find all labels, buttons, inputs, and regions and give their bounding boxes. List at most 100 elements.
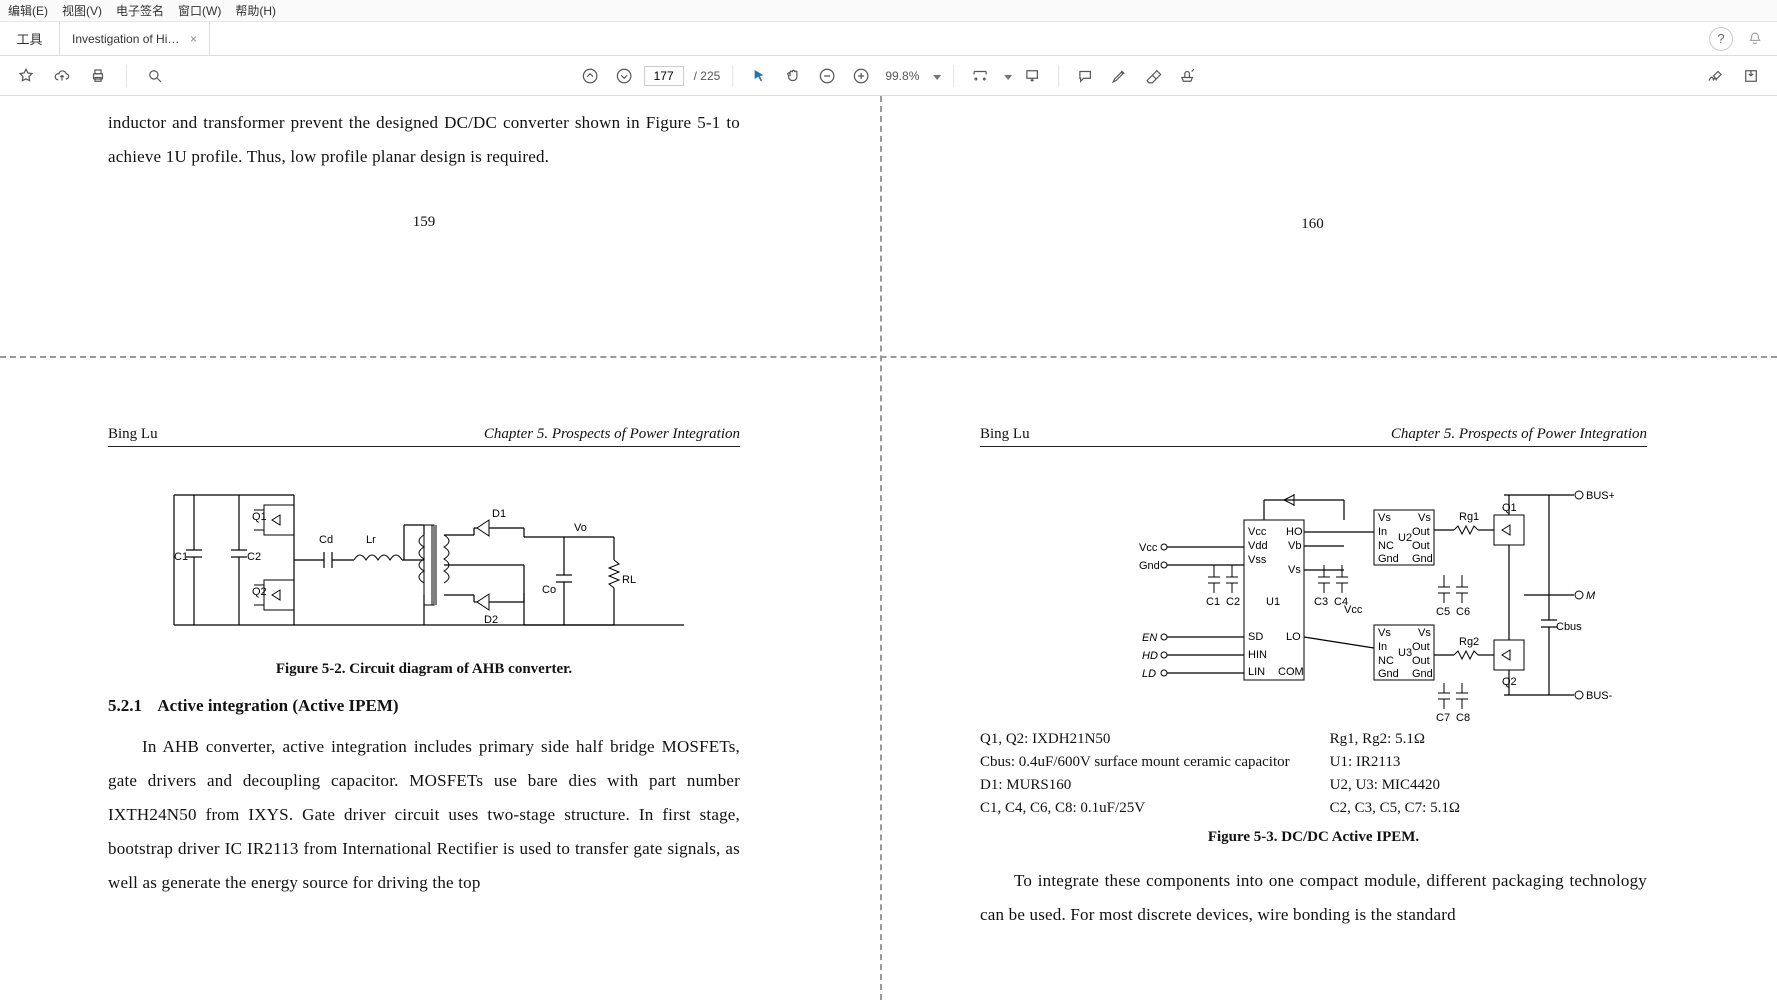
svg-text:COM: COM xyxy=(1278,666,1304,678)
svg-text:Q1: Q1 xyxy=(252,511,267,523)
svg-text:Vcc: Vcc xyxy=(1139,542,1158,554)
svg-text:Gnd: Gnd xyxy=(1378,553,1399,565)
figure-5-2-schematic: C1 C2 Q1 Q2 xyxy=(144,465,704,655)
hand-tool-icon[interactable] xyxy=(779,62,807,90)
svg-text:M: M xyxy=(1586,590,1596,602)
menu-view[interactable]: 视图(V) xyxy=(62,2,102,19)
star-icon[interactable] xyxy=(12,62,40,90)
zoom-out-icon[interactable] xyxy=(813,62,841,90)
svg-text:C3: C3 xyxy=(1314,596,1328,608)
menu-bar: 编辑(E) 视图(V) 电子签名 窗口(W) 帮助(H) xyxy=(0,0,1777,22)
svg-text:Vo: Vo xyxy=(574,522,587,534)
part-spec: Rg1, Rg2: 5.1Ω xyxy=(1330,731,1460,748)
svg-text:Out: Out xyxy=(1412,655,1430,667)
tab-document[interactable]: Investigation of Hig... × xyxy=(60,22,210,55)
svg-text:C2: C2 xyxy=(1226,596,1240,608)
svg-text:Out: Out xyxy=(1412,641,1430,653)
parts-list: Q1, Q2: IXDH21N50 Cbus: 0.4uF/600V surfa… xyxy=(980,731,1647,817)
page-number: 159 xyxy=(108,214,740,231)
tab-tools[interactable]: 工具 xyxy=(0,22,60,55)
svg-text:Out: Out xyxy=(1412,540,1430,552)
svg-text:Vcc: Vcc xyxy=(1344,604,1363,616)
body-paragraph: In AHB converter, active integration inc… xyxy=(108,730,740,900)
part-spec: U2, U3: MIC4420 xyxy=(1330,777,1460,794)
svg-text:Vs: Vs xyxy=(1288,564,1301,576)
fit-dropdown-icon[interactable] xyxy=(1000,69,1012,83)
figure-5-2-caption: Figure 5-2. Circuit diagram of AHB conve… xyxy=(108,661,740,678)
comment-icon[interactable] xyxy=(1071,62,1099,90)
svg-text:C1: C1 xyxy=(1206,596,1220,608)
menu-edit[interactable]: 编辑(E) xyxy=(8,2,48,19)
svg-text:HIN: HIN xyxy=(1248,649,1267,661)
highlight-icon[interactable] xyxy=(1105,62,1133,90)
svg-text:HD: HD xyxy=(1142,650,1158,662)
svg-text:Gnd: Gnd xyxy=(1412,668,1433,680)
svg-text:D2: D2 xyxy=(484,614,498,626)
menu-window[interactable]: 窗口(W) xyxy=(178,2,221,19)
body-paragraph: inductor and transformer prevent the des… xyxy=(108,106,740,174)
zoom-dropdown-icon[interactable] xyxy=(929,69,941,83)
svg-text:NC: NC xyxy=(1378,655,1394,667)
svg-text:SD: SD xyxy=(1248,631,1263,643)
section-number: 5.2.1 xyxy=(108,696,142,715)
tab-close-icon[interactable]: × xyxy=(190,32,197,46)
svg-text:C1: C1 xyxy=(174,551,188,563)
document-viewport[interactable]: inductor and transformer prevent the des… xyxy=(0,96,1777,1000)
svg-text:Out: Out xyxy=(1412,526,1430,538)
pointer-tool-icon[interactable] xyxy=(745,62,773,90)
svg-text:C5: C5 xyxy=(1436,606,1450,618)
svg-text:U2: U2 xyxy=(1398,532,1412,544)
section-title: Active integration (Active IPEM) xyxy=(157,696,398,715)
page-160: 160 xyxy=(880,96,1777,356)
figure-5-3-caption: Figure 5-3. DC/DC Active IPEM. xyxy=(980,829,1647,846)
menu-help[interactable]: 帮助(H) xyxy=(235,2,276,19)
page-down-icon[interactable] xyxy=(610,62,638,90)
svg-text:Cd: Cd xyxy=(319,534,333,546)
print-icon[interactable] xyxy=(84,62,112,90)
svg-text:Vss: Vss xyxy=(1248,554,1267,566)
svg-text:HO: HO xyxy=(1286,526,1303,538)
svg-text:Vs: Vs xyxy=(1418,627,1431,639)
svg-text:Rg2: Rg2 xyxy=(1459,636,1479,648)
svg-text:Vb: Vb xyxy=(1288,540,1301,552)
svg-text:C8: C8 xyxy=(1456,712,1470,724)
reflow-icon[interactable] xyxy=(1018,62,1046,90)
svg-text:In: In xyxy=(1378,641,1387,653)
zoom-in-icon[interactable] xyxy=(847,62,875,90)
stamp-icon[interactable] xyxy=(1173,62,1201,90)
part-spec: U1: IR2113 xyxy=(1330,754,1460,771)
svg-text:U1: U1 xyxy=(1266,596,1280,608)
svg-text:NC: NC xyxy=(1378,540,1394,552)
svg-text:Gnd: Gnd xyxy=(1139,560,1160,572)
page-up-icon[interactable] xyxy=(576,62,604,90)
svg-text:Vs: Vs xyxy=(1418,512,1431,524)
part-spec: C2, C3, C5, C7: 5.1Ω xyxy=(1330,800,1460,817)
help-icon[interactable]: ? xyxy=(1709,27,1733,51)
sign-icon[interactable] xyxy=(1701,62,1729,90)
zoom-value: 99.8% xyxy=(881,69,923,83)
page-159: inductor and transformer prevent the des… xyxy=(0,96,880,356)
svg-text:C2: C2 xyxy=(247,551,261,563)
share-icon[interactable] xyxy=(1737,62,1765,90)
part-spec: D1: MURS160 xyxy=(980,777,1290,794)
page-161: Bing Lu Chapter 5. Prospects of Power In… xyxy=(0,356,880,1000)
notifications-icon[interactable] xyxy=(1743,27,1767,51)
svg-text:Gnd: Gnd xyxy=(1378,668,1399,680)
svg-text:Rg1: Rg1 xyxy=(1459,511,1479,523)
search-icon[interactable] xyxy=(141,62,169,90)
svg-text:Vdd: Vdd xyxy=(1248,540,1268,552)
cloud-upload-icon[interactable] xyxy=(48,62,76,90)
svg-text:Vs: Vs xyxy=(1378,512,1391,524)
fit-width-icon[interactable] xyxy=(966,62,994,90)
section-heading: 5.2.1 Active integration (Active IPEM) xyxy=(108,696,740,716)
svg-text:Lr: Lr xyxy=(366,534,376,546)
svg-text:C7: C7 xyxy=(1436,712,1450,724)
menu-sign[interactable]: 电子签名 xyxy=(116,2,164,19)
part-spec: Q1, Q2: IXDH21N50 xyxy=(980,731,1290,748)
tab-document-label: Investigation of Hig... xyxy=(72,32,182,46)
running-header: Bing Lu Chapter 5. Prospects of Power In… xyxy=(108,426,740,447)
svg-text:Vcc: Vcc xyxy=(1248,526,1267,538)
page-number-input[interactable] xyxy=(644,66,684,86)
part-spec: C1, C4, C6, C8: 0.1uF/25V xyxy=(980,800,1290,817)
erase-icon[interactable] xyxy=(1139,62,1167,90)
